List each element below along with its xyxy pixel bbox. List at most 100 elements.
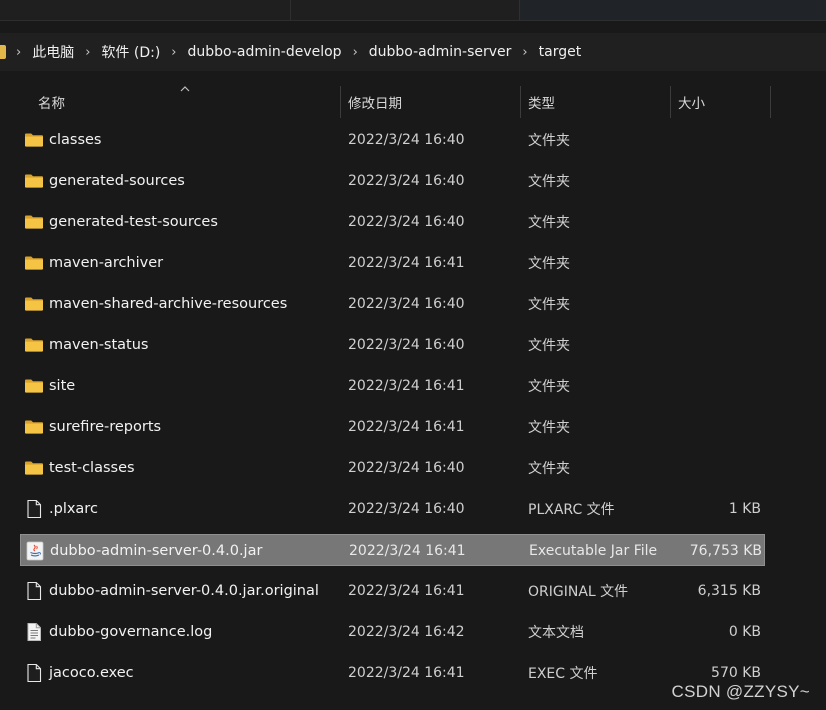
- file-icon: [24, 663, 44, 683]
- file-name-cell[interactable]: classes: [24, 124, 340, 156]
- file-name-label: jacoco.exec: [49, 665, 134, 681]
- file-name-cell[interactable]: dubbo-governance.log: [24, 616, 340, 648]
- file-name-cell[interactable]: generated-test-sources: [24, 206, 340, 238]
- file-row[interactable]: site 2022/3/24 16:41 文件夹: [20, 370, 765, 402]
- toolbar-segment: [291, 0, 520, 20]
- folder-icon: [24, 335, 44, 355]
- folder-icon: [24, 130, 44, 150]
- file-row[interactable]: generated-sources 2022/3/24 16:40 文件夹: [20, 165, 765, 197]
- java-jar-icon: [25, 541, 45, 561]
- chevron-right-icon[interactable]: ›: [522, 45, 527, 60]
- top-toolbar-strip: [0, 0, 826, 21]
- column-header-name[interactable]: 名称: [30, 84, 340, 120]
- file-date-cell: 2022/3/24 16:40: [348, 214, 465, 230]
- file-date-cell: 2022/3/24 16:40: [348, 460, 465, 476]
- file-size-cell: 76,753 KB: [689, 543, 762, 559]
- file-name-cell[interactable]: dubbo-admin-server-0.4.0.jar: [25, 535, 341, 567]
- chevron-right-icon[interactable]: ›: [353, 45, 358, 60]
- column-header-type[interactable]: 类型: [520, 84, 670, 120]
- chevron-right-icon[interactable]: ›: [16, 45, 21, 60]
- text-document-icon: [24, 622, 44, 642]
- file-row[interactable]: maven-archiver 2022/3/24 16:41 文件夹: [20, 247, 765, 279]
- file-size-cell: [670, 206, 761, 238]
- file-date-cell: 2022/3/24 16:41: [348, 255, 465, 271]
- file-name-cell[interactable]: test-classes: [24, 452, 340, 484]
- file-date-cell: 2022/3/24 16:40: [348, 173, 465, 189]
- file-name-cell[interactable]: jacoco.exec: [24, 657, 340, 689]
- file-size-cell: 0 KB: [728, 624, 761, 640]
- column-header-date-label: 修改日期: [348, 96, 402, 112]
- file-row[interactable]: generated-test-sources 2022/3/24 16:40 文件夹: [20, 206, 765, 238]
- file-size-cell: [670, 247, 761, 279]
- file-row[interactable]: maven-status 2022/3/24 16:40 文件夹: [20, 329, 765, 361]
- folder-icon: [24, 458, 44, 478]
- column-header-type-label: 类型: [528, 96, 555, 112]
- file-name-cell[interactable]: maven-status: [24, 329, 340, 361]
- file-date-cell: 2022/3/24 16:40: [348, 296, 465, 312]
- search-box-area[interactable]: [520, 0, 826, 20]
- file-row[interactable]: dubbo-governance.log 2022/3/24 16:42 文本文档 0…: [20, 616, 765, 648]
- folder-icon: [24, 294, 44, 314]
- breadcrumb-dubbo-admin-server[interactable]: dubbo-admin-server: [369, 44, 512, 60]
- file-name-label: maven-shared-archive-resources: [49, 296, 288, 312]
- file-date-cell: 2022/3/24 16:41: [348, 583, 465, 599]
- column-header-size[interactable]: 大小: [670, 84, 770, 120]
- file-date-cell: 2022/3/24 16:40: [348, 501, 465, 517]
- file-row[interactable]: jacoco.exec 2022/3/24 16:41 EXEC 文件 570 KB: [20, 657, 765, 689]
- folder-icon: [24, 253, 44, 273]
- file-name-cell[interactable]: generated-sources: [24, 165, 340, 197]
- breadcrumb-this-pc[interactable]: 此电脑: [32, 42, 74, 62]
- file-row[interactable]: dubbo-admin-server-0.4.0.jar 2022/3/24 16…: [20, 534, 765, 566]
- file-name-label: dubbo-governance.log: [49, 624, 213, 640]
- file-row[interactable]: maven-shared-archive-resources 2022/3/24 …: [20, 288, 765, 320]
- file-date-cell: 2022/3/24 16:42: [348, 624, 465, 640]
- file-row[interactable]: test-classes 2022/3/24 16:40 文件夹: [20, 452, 765, 484]
- chevron-right-icon[interactable]: ›: [171, 45, 176, 60]
- file-size-cell: [670, 124, 761, 156]
- file-size-cell: [670, 370, 761, 402]
- address-bar[interactable]: › 此电脑 › 软件 (D:) › dubbo-admin-develop › …: [0, 33, 826, 71]
- file-name-cell[interactable]: site: [24, 370, 340, 402]
- file-row[interactable]: surefire-reports 2022/3/24 16:41 文件夹: [20, 411, 765, 443]
- file-name-label: dubbo-admin-server-0.4.0.jar.original: [49, 583, 319, 599]
- file-type-cell: Executable Jar File: [529, 543, 658, 559]
- toolbar-segment: [0, 0, 291, 20]
- file-name-label: dubbo-admin-server-0.4.0.jar: [50, 543, 263, 559]
- file-type-cell: 文本文档: [528, 625, 584, 641]
- file-size-cell: [670, 288, 761, 320]
- breadcrumb-target[interactable]: target: [539, 44, 582, 60]
- file-type-cell: 文件夹: [528, 338, 570, 354]
- chevron-right-icon[interactable]: ›: [85, 45, 90, 60]
- file-name-label: generated-sources: [49, 173, 185, 189]
- file-row[interactable]: .plxarc 2022/3/24 16:40 PLXARC 文件 1 KB: [20, 493, 765, 525]
- column-header-row: 名称 修改日期 类型 大小: [0, 84, 826, 120]
- file-type-cell: PLXARC 文件: [528, 502, 615, 518]
- file-name-label: classes: [49, 132, 102, 148]
- file-type-cell: ORIGINAL 文件: [528, 584, 629, 600]
- file-name-label: surefire-reports: [49, 419, 162, 435]
- file-name-label: site: [49, 378, 76, 394]
- column-header-size-label: 大小: [678, 96, 705, 112]
- column-header-date[interactable]: 修改日期: [340, 84, 520, 120]
- file-type-cell: 文件夹: [528, 379, 570, 395]
- file-name-cell[interactable]: dubbo-admin-server-0.4.0.jar.original: [24, 575, 340, 607]
- file-name-cell[interactable]: maven-archiver: [24, 247, 340, 279]
- file-row[interactable]: dubbo-admin-server-0.4.0.jar.original 202…: [20, 575, 765, 607]
- file-row[interactable]: classes 2022/3/24 16:40 文件夹: [20, 124, 765, 156]
- breadcrumb-dubbo-admin-develop[interactable]: dubbo-admin-develop: [187, 44, 341, 60]
- file-name-cell[interactable]: .plxarc: [24, 493, 340, 525]
- file-size-cell: [670, 452, 761, 484]
- file-name-label: generated-test-sources: [49, 214, 218, 230]
- file-name-cell[interactable]: surefire-reports: [24, 411, 340, 443]
- breadcrumb-drive-d[interactable]: 软件 (D:): [101, 42, 160, 62]
- file-size-cell: [670, 411, 761, 443]
- file-date-cell: 2022/3/24 16:40: [348, 132, 465, 148]
- file-type-cell: 文件夹: [528, 133, 570, 149]
- column-resize-handle[interactable]: [770, 86, 771, 118]
- file-icon: [24, 499, 44, 519]
- file-type-cell: 文件夹: [528, 297, 570, 313]
- file-type-cell: 文件夹: [528, 174, 570, 190]
- file-name-cell[interactable]: maven-shared-archive-resources: [24, 288, 340, 320]
- file-type-cell: 文件夹: [528, 256, 570, 272]
- folder-icon: [24, 212, 44, 232]
